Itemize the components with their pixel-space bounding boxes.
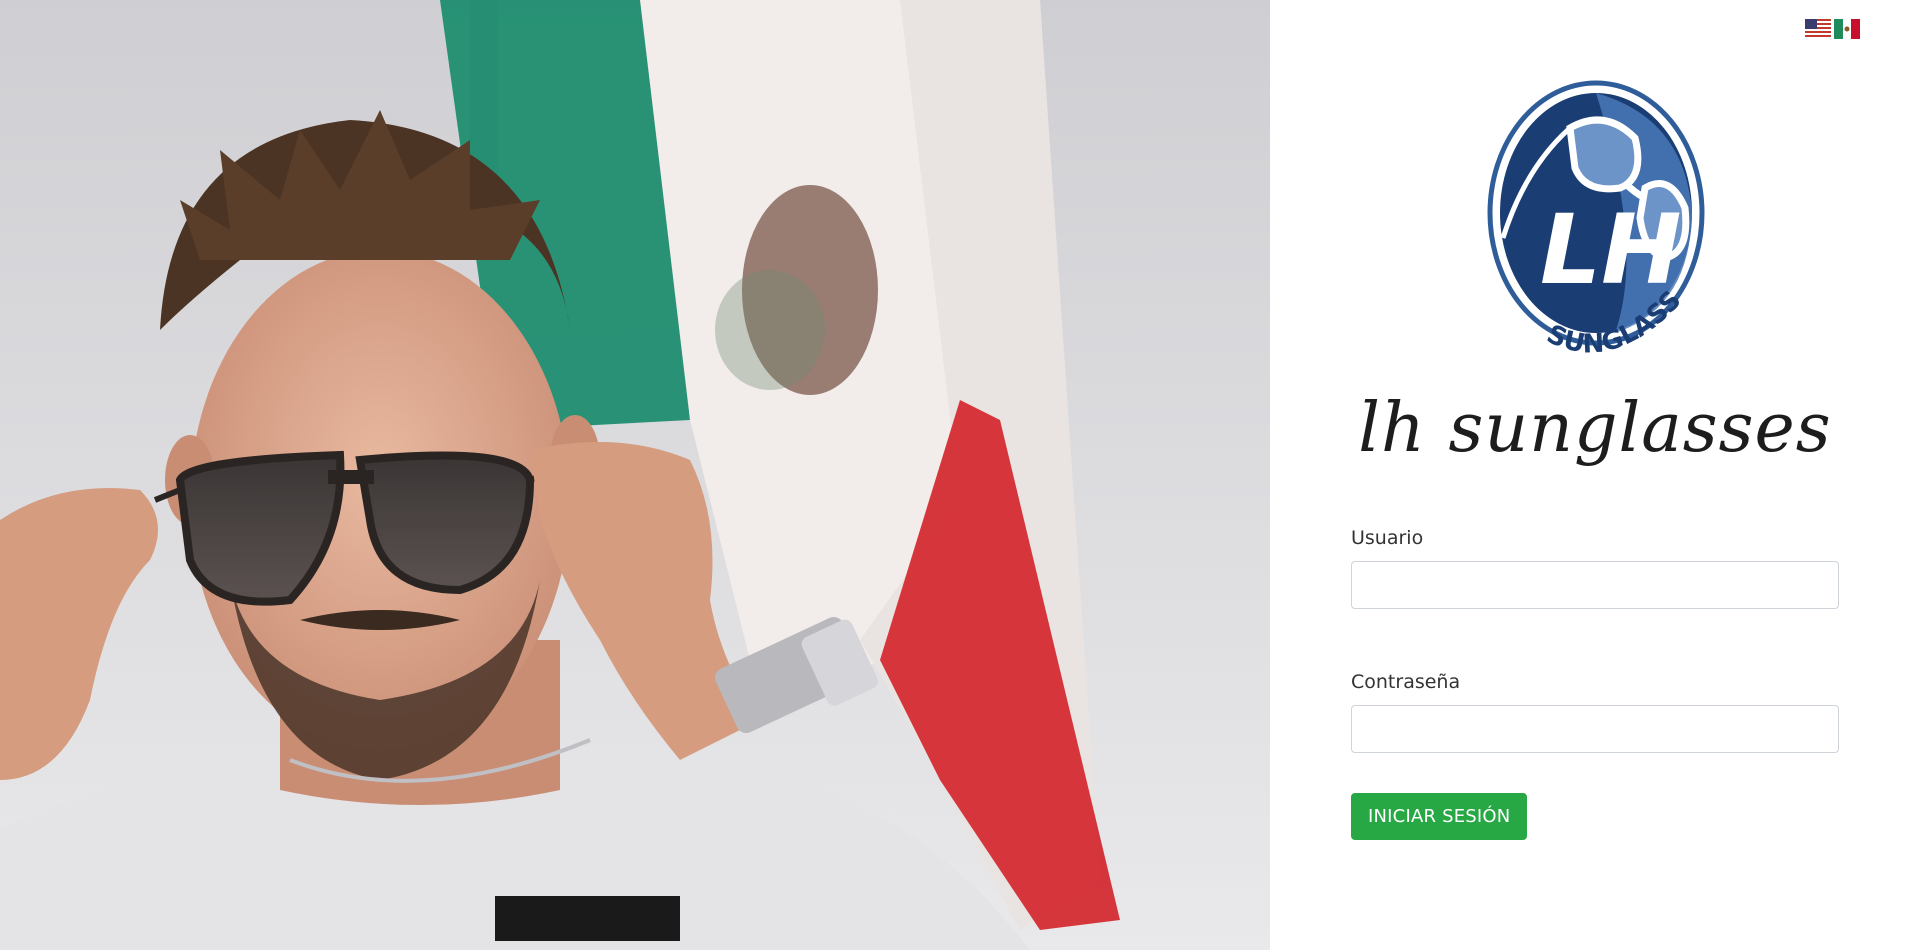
hero-photo [0,0,1270,950]
password-input[interactable] [1351,705,1839,753]
brand-title: lh sunglasses [1358,389,1832,468]
us-flag-icon[interactable] [1805,16,1831,42]
password-label: Contraseña [1351,671,1461,693]
password-group: Contraseña [1351,671,1839,753]
username-input[interactable] [1351,561,1839,609]
login-panel: LH SUNGLASSES lh sunglasses Usuario Cont… [1270,0,1920,950]
logo-monogram: LH [1540,194,1682,306]
login-form: Usuario Contraseña INICIAR SESIÓN [1351,527,1839,840]
login-button[interactable]: INICIAR SESIÓN [1351,793,1528,840]
username-label: Usuario [1351,527,1424,549]
mexico-flag-icon[interactable] [1834,16,1860,42]
hero-illustration [0,0,1270,950]
login-page: LH SUNGLASSES lh sunglasses Usuario Cont… [0,0,1920,950]
username-group: Usuario [1351,527,1839,609]
lh-sunglasses-logo: LH SUNGLASSES [1485,78,1705,360]
language-switcher [1805,16,1860,42]
